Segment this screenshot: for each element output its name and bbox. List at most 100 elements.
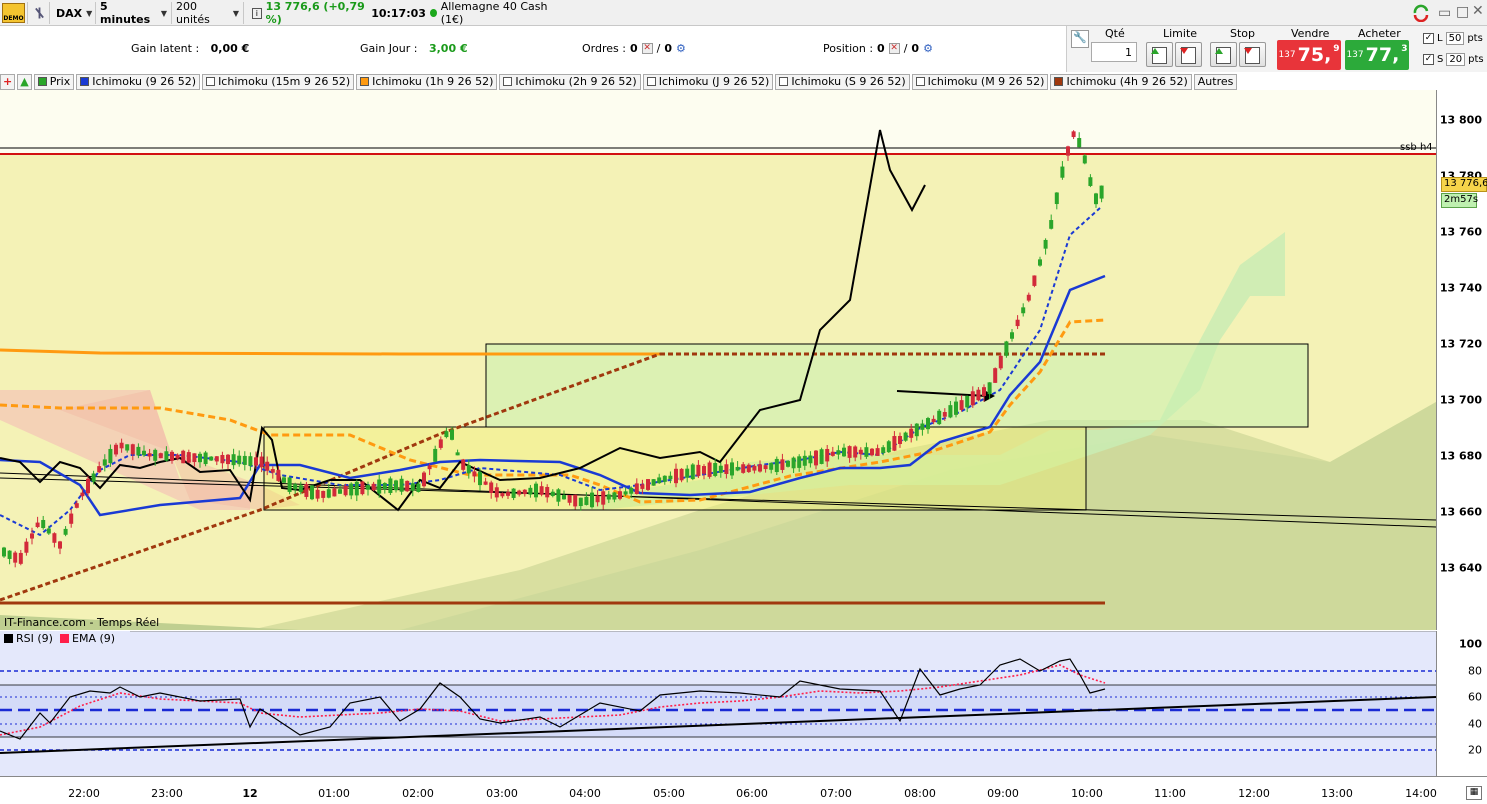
quantity-input[interactable]: 1 — [1091, 42, 1137, 62]
candle-body — [528, 487, 533, 495]
candle-body — [830, 451, 835, 456]
indicator-chip[interactable]: Ichimoku (J 9 26 52) — [642, 73, 774, 90]
close-position-icon[interactable]: ✕ — [888, 43, 900, 54]
timeframe-selector[interactable]: 5 minutes ▼ — [96, 0, 172, 26]
indicator-chip[interactable]: Autres — [1193, 73, 1238, 90]
candle-body — [242, 455, 247, 465]
indicator-label: Ichimoku (4h 9 26 52) — [1066, 75, 1188, 88]
candle-body — [114, 444, 118, 455]
candle-body — [214, 456, 219, 462]
sell-button[interactable]: 137 75, 9 — [1277, 40, 1341, 70]
stop-points-input[interactable]: 20 — [1446, 53, 1466, 66]
candle-body — [388, 478, 393, 493]
candle-body — [254, 457, 258, 466]
rsi-panel[interactable]: RSI (9) EMA (9) — [0, 630, 1437, 776]
stop-points-row: ✓ S 20 pts — [1423, 53, 1484, 66]
units-selector[interactable]: 200 unités ▼ — [172, 0, 244, 26]
candle-body — [41, 519, 46, 529]
indicator-chip[interactable]: Ichimoku (1h 9 26 52) — [356, 73, 498, 90]
candle-body — [416, 483, 421, 492]
settings-icon[interactable] — [30, 2, 50, 24]
chart-type-button[interactable]: ▲ — [17, 73, 32, 90]
indicator-chip[interactable]: Ichimoku (2h 9 26 52) — [499, 73, 641, 90]
price-chart[interactable]: ssb h4 IT-Finance.com - Temps Réel — [0, 90, 1436, 630]
indicator-chip[interactable]: Ichimoku (15m 9 26 52) — [202, 73, 355, 90]
info-icon[interactable]: i — [252, 7, 262, 19]
candle-body — [461, 459, 466, 470]
maximize-icon[interactable]: □ — [1456, 4, 1469, 20]
candle-body — [651, 479, 656, 486]
candle-body — [864, 447, 869, 457]
grid-icon[interactable]: ▦ — [1466, 786, 1482, 800]
gear-icon[interactable]: ⚙ — [676, 42, 686, 55]
candle-body — [2, 547, 6, 557]
stop-checkbox[interactable]: ✓ — [1423, 54, 1434, 65]
limit-checkbox[interactable]: ✓ — [1423, 33, 1434, 44]
candle-body — [46, 528, 51, 534]
candle-body — [108, 448, 113, 464]
buy-button[interactable]: 137 77, 3 — [1345, 40, 1409, 70]
candle-body — [802, 455, 807, 466]
indicator-chip[interactable]: Prix — [33, 73, 75, 90]
source-label: IT-Finance.com - Temps Réel — [4, 616, 159, 629]
candle-body — [942, 412, 947, 417]
add-indicator-button[interactable]: + — [0, 73, 16, 90]
candle-body — [1015, 319, 1020, 327]
indicator-chip[interactable]: Ichimoku (S 9 26 52) — [775, 73, 910, 90]
indicator-chip[interactable]: Ichimoku (9 26 52) — [76, 73, 201, 90]
indicator-chip[interactable]: Ichimoku (M 9 26 52) — [911, 73, 1049, 90]
candle-body — [825, 448, 830, 462]
candle-body — [405, 480, 410, 492]
indicator-chip[interactable]: Ichimoku (4h 9 26 52) — [1050, 73, 1192, 90]
candle-body — [545, 486, 550, 498]
candle-body — [791, 457, 796, 469]
cancel-orders-icon[interactable]: ✕ — [641, 43, 653, 54]
candle-body — [332, 488, 337, 497]
indicator-color-swatch — [37, 77, 47, 86]
candle-body — [668, 475, 673, 480]
price-axis[interactable]: 13 800 13 780 13 760 13 740 13 720 13 70… — [1436, 90, 1487, 630]
candle-body — [730, 462, 734, 476]
candle-body — [186, 452, 191, 463]
indicator-bar: + ▲ Prix Ichimoku (9 26 52) Ichimoku (15m … — [0, 73, 1238, 90]
candle-body — [696, 464, 701, 476]
candle-body — [1066, 146, 1070, 156]
chevron-down-icon: ▼ — [160, 8, 167, 18]
candle-body — [354, 481, 359, 496]
minimize-icon[interactable]: ▭ — [1438, 5, 1451, 21]
candle-body — [472, 471, 477, 477]
refresh-icon[interactable] — [1412, 4, 1430, 23]
candle-body — [522, 489, 527, 495]
candle-body — [478, 471, 482, 486]
candle-body — [125, 444, 130, 451]
rsi-legend-swatch — [4, 634, 13, 643]
candle-body — [7, 550, 12, 559]
candle-body — [511, 488, 516, 498]
buy-limit-button[interactable] — [1146, 42, 1173, 67]
candle-body — [13, 552, 18, 563]
candle-body — [970, 391, 975, 406]
candle-body — [310, 485, 314, 500]
instrument-selector[interactable]: DAX ▼ — [52, 2, 96, 24]
gain-jour: Gain Jour : 3,00 € — [360, 42, 468, 55]
limit-points-input[interactable]: 50 — [1445, 32, 1465, 45]
candle-body — [769, 462, 774, 470]
candle-body — [987, 382, 992, 395]
market-open-icon — [429, 9, 437, 17]
buy-stop-button[interactable] — [1210, 42, 1237, 67]
candle-body — [685, 468, 690, 478]
candle-body — [237, 455, 242, 465]
position-summary: Position : 0 ✕ / 0 ⚙ — [823, 42, 933, 55]
close-icon[interactable]: ✕ — [1472, 3, 1484, 19]
gear-icon[interactable]: ⚙ — [923, 42, 933, 55]
candle-body — [763, 465, 768, 470]
candle-body — [24, 541, 29, 553]
time-axis[interactable]: 22:00 23:00 12 01:00 02:00 03:00 04:00 0… — [0, 776, 1487, 804]
wrench-icon[interactable]: 🔧 — [1071, 30, 1089, 48]
sell-limit-button[interactable] — [1175, 42, 1202, 67]
indicator-color-swatch — [915, 77, 925, 86]
candle-body — [18, 552, 23, 564]
candle-body — [1088, 177, 1093, 186]
candle-body — [91, 473, 96, 482]
sell-stop-button[interactable] — [1239, 42, 1266, 67]
